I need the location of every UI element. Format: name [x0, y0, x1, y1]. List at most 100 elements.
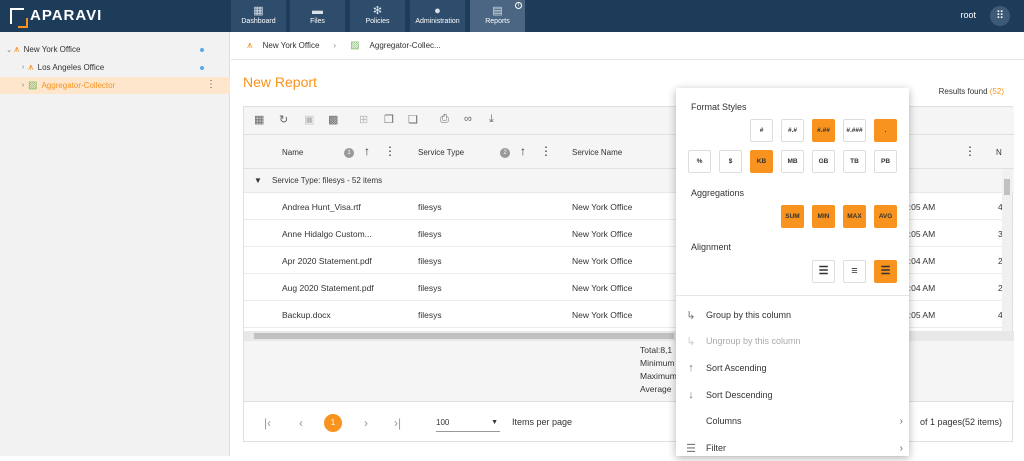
- table-icon[interactable]: ▦: [254, 113, 264, 126]
- link-icon[interactable]: ∞: [464, 113, 472, 125]
- first-page-icon[interactable]: |‹: [264, 416, 271, 430]
- format-button[interactable]: GB: [812, 150, 835, 173]
- menu-item-label: Columns: [706, 416, 742, 426]
- format-button[interactable]: .: [874, 119, 897, 142]
- chevron-right-icon[interactable]: ›: [18, 82, 28, 89]
- tab-administration-label: Administration: [415, 18, 460, 25]
- format-button[interactable]: MB: [781, 150, 804, 173]
- cell-type: filesys: [418, 202, 442, 212]
- aggregation-sum-button[interactable]: SUM: [781, 205, 804, 228]
- collapse-icon[interactable]: ▼: [254, 176, 262, 185]
- menu-item-label: Sort Descending: [706, 390, 773, 400]
- scrollbar-thumb[interactable]: [254, 333, 674, 339]
- gear-icon: ✻: [372, 5, 383, 17]
- page-size-value: 100: [436, 418, 450, 427]
- breadcrumb-item[interactable]: New York Office: [263, 41, 320, 50]
- save-icon[interactable]: ▣: [304, 113, 314, 126]
- tree-item-los-angeles[interactable]: › ⩚ Los Angeles Office: [0, 59, 230, 76]
- network-node-icon: ⩚: [247, 40, 253, 51]
- refresh-icon[interactable]: ↻: [279, 113, 288, 126]
- tab-files-label: Files: [310, 18, 325, 25]
- summary-min: Minimum: [640, 358, 675, 368]
- sidebar: ⌄ ⩚ New York Office › ⩚ Los Angeles Offi…: [0, 32, 230, 456]
- tree-item-label: Aggregator-Collector: [41, 81, 116, 90]
- folder-icon: ▬: [312, 5, 323, 17]
- tab-files[interactable]: ▬ Files: [290, 0, 345, 32]
- aggregation-avg-button[interactable]: AVG: [874, 205, 897, 228]
- column-header-name[interactable]: Name: [282, 148, 303, 157]
- format-button[interactable]: #.###: [843, 119, 866, 142]
- more-vert-icon[interactable]: ⋮: [384, 144, 396, 158]
- menu-item-label: Sort Ascending: [706, 363, 767, 373]
- sort-asc-icon[interactable]: ↑: [520, 144, 526, 158]
- align-center-icon[interactable]: ≡: [843, 260, 866, 283]
- breadcrumb-item[interactable]: Aggregator-Collec...: [370, 41, 441, 50]
- tree-item-aggregator[interactable]: › ▨ Aggregator-Collector ⋮: [0, 77, 230, 94]
- aggregation-min-button[interactable]: MIN: [812, 205, 835, 228]
- page-size-select[interactable]: 100 ▼: [436, 414, 500, 432]
- format-button[interactable]: #: [750, 119, 773, 142]
- dropdown-arrow-icon: ▼: [491, 419, 498, 426]
- menu-item-ungroup[interactable]: ↳ Ungroup by this column: [676, 328, 909, 354]
- arrow-up-icon: ↑: [688, 362, 694, 374]
- last-page-icon[interactable]: ›|: [394, 416, 401, 430]
- aggregations-title: Aggregations: [691, 188, 745, 198]
- format-button[interactable]: #.#: [781, 119, 804, 142]
- more-vert-icon[interactable]: ⋮: [964, 144, 976, 158]
- more-vert-icon[interactable]: ⋮: [540, 144, 552, 158]
- vertical-scrollbar[interactable]: [1002, 169, 1012, 331]
- format-button[interactable]: %: [688, 150, 711, 173]
- tab-administration[interactable]: ● Administration: [410, 0, 465, 32]
- report-title[interactable]: New Report: [243, 74, 317, 90]
- sort-index: 2: [500, 148, 510, 158]
- menu-item-group[interactable]: ↳ Group by this column: [676, 302, 909, 328]
- next-page-icon[interactable]: ›: [364, 416, 368, 430]
- cell-name: Anne Hidalgo Custom...: [282, 229, 372, 239]
- more-vert-icon[interactable]: ⋮: [206, 79, 216, 90]
- sort-asc-icon[interactable]: ↑: [364, 144, 370, 158]
- format-button[interactable]: KB: [750, 150, 773, 173]
- chevron-down-icon[interactable]: ⌄: [4, 46, 14, 54]
- info-icon[interactable]: i: [515, 2, 522, 9]
- items-per-page-label: Items per page: [512, 417, 573, 427]
- align-right-icon[interactable]: ☰: [874, 260, 897, 283]
- align-left-icon[interactable]: ☰: [812, 260, 835, 283]
- save-as-icon[interactable]: ▩: [328, 113, 338, 126]
- tab-dashboard[interactable]: ▦ Dashboard: [231, 0, 286, 32]
- cell-service: New York Office: [572, 310, 633, 320]
- download-icon[interactable]: ⤓: [489, 113, 494, 126]
- chevron-right-icon[interactable]: ›: [18, 64, 28, 71]
- format-button[interactable]: #.##: [812, 119, 835, 142]
- column-header-service-type[interactable]: Service Type: [418, 148, 464, 157]
- tab-dashboard-label: Dashboard: [241, 18, 276, 25]
- sort-order-badge: 1: [344, 147, 354, 158]
- copy-icon[interactable]: ❐: [384, 113, 394, 126]
- tab-policies[interactable]: ✻ Policies: [350, 0, 405, 32]
- results-label: Results found: [938, 87, 988, 96]
- format-button[interactable]: PB: [874, 150, 897, 173]
- layout-icon[interactable]: ⊞: [359, 113, 368, 126]
- duplicate-icon[interactable]: ❏: [408, 113, 418, 126]
- cell-name: Aug 2020 Statement.pdf: [282, 283, 374, 293]
- apps-grid-icon[interactable]: ⠿: [990, 6, 1010, 26]
- prev-page-icon[interactable]: ‹: [299, 416, 303, 430]
- format-button[interactable]: $: [719, 150, 742, 173]
- format-button[interactable]: TB: [843, 150, 866, 173]
- print-icon[interactable]: ⎙: [440, 113, 449, 126]
- scrollbar-thumb[interactable]: [1004, 179, 1010, 195]
- column-header-n[interactable]: N: [996, 148, 1002, 157]
- tree-item-new-york[interactable]: ⌄ ⩚ New York Office: [0, 41, 230, 58]
- column-options-menu: Format Styles # #.# #.## #.### . % $ KB …: [676, 88, 909, 456]
- menu-item-columns[interactable]: Columns ›: [676, 408, 909, 434]
- tab-reports[interactable]: ▤ Reports i: [470, 0, 525, 32]
- column-header-service-name[interactable]: Service Name: [572, 148, 622, 157]
- menu-item-sort-desc[interactable]: ↓ Sort Descending: [676, 382, 909, 408]
- cell-type: filesys: [418, 283, 442, 293]
- menu-item-sort-asc[interactable]: ↑ Sort Ascending: [676, 355, 909, 381]
- brand-logo[interactable]: APARAVI: [10, 7, 102, 28]
- menu-item-filter[interactable]: ☰ Filter ›: [676, 435, 909, 461]
- current-page[interactable]: 1: [324, 414, 342, 432]
- aggregation-max-button[interactable]: MAX: [843, 205, 866, 228]
- cell-name: Andrea Hunt_Visa.rtf: [282, 202, 361, 212]
- user-name[interactable]: root: [960, 10, 976, 20]
